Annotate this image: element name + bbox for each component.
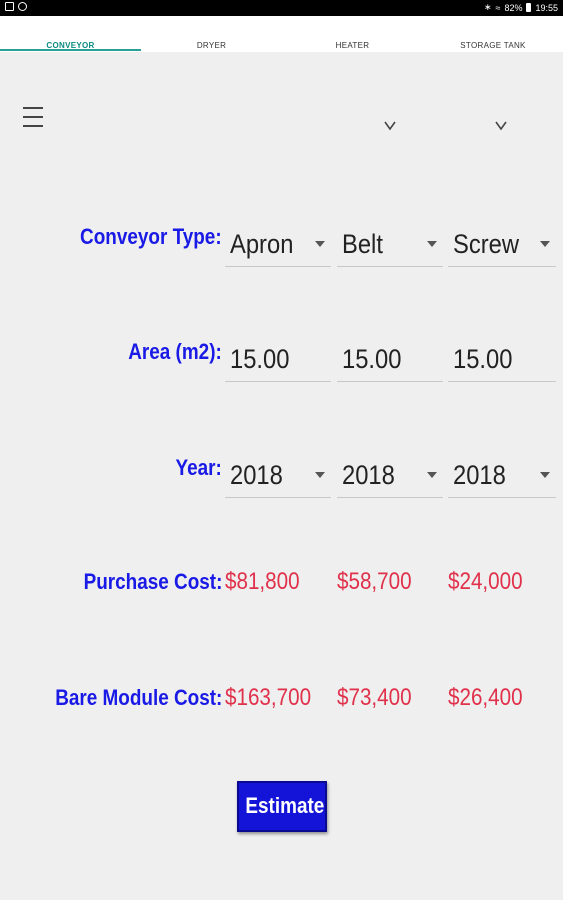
conveyor-type-label: Conveyor Type: [80,224,222,249]
dropdown-caret-icon [427,241,437,247]
bare-module-cost-label: Bare Module Cost: [54,685,222,710]
year-label: Year: [175,455,222,480]
clock: 19:55 [535,2,558,13]
conveyor-type-select-3[interactable]: Screw [448,221,556,267]
dropdown-caret-icon [540,241,550,247]
notification-icon [18,2,27,11]
purchase-cost-value-1: $81,800 [225,568,300,595]
chevron-down-icon[interactable] [494,118,508,132]
tab-conveyor[interactable]: CONVEYOR [0,16,141,52]
bluetooth-icon: ∗ [483,2,492,12]
area-input-1[interactable]: 15.00 [225,336,331,382]
tab-bar: CONVEYOR DRYER HEATER STORAGE TANK [0,16,563,52]
battery-icon [526,3,532,12]
wifi-icon: ≈ [495,2,501,13]
chevron-down-icon[interactable] [383,118,397,132]
dropdown-caret-icon [315,472,325,478]
area-label: Area (m2): [128,339,222,364]
estimate-button[interactable]: Estimate [237,781,327,832]
dropdown-caret-icon [540,472,550,478]
area-input-3[interactable]: 15.00 [448,336,556,382]
purchase-cost-value-2: $58,700 [337,568,412,595]
tab-heater[interactable]: HEATER [282,16,423,52]
year-select-3[interactable]: 2018 [448,452,556,498]
tab-dryer[interactable]: DRYER [141,16,282,52]
bare-module-cost-value-3: $26,400 [448,684,523,711]
menu-icon[interactable] [23,107,45,131]
bare-module-cost-value-1: $163,700 [225,684,312,711]
conveyor-type-select-1[interactable]: Apron [225,221,331,267]
year-select-1[interactable]: 2018 [225,452,331,498]
purchase-cost-value-3: $24,000 [448,568,523,595]
battery-level: 82% [504,2,523,13]
dropdown-caret-icon [427,472,437,478]
gallery-icon [5,2,14,11]
dropdown-caret-icon [315,241,325,247]
conveyor-type-select-2[interactable]: Belt [337,221,443,267]
status-bar: ∗ ≈ 82% 19:55 [0,0,563,16]
area-input-2[interactable]: 15.00 [337,336,443,382]
tab-indicator [0,49,141,51]
tab-storage-tank[interactable]: STORAGE TANK [423,16,563,52]
year-select-2[interactable]: 2018 [337,452,443,498]
bare-module-cost-value-2: $73,400 [337,684,412,711]
purchase-cost-label: Purchase Cost: [83,569,222,594]
